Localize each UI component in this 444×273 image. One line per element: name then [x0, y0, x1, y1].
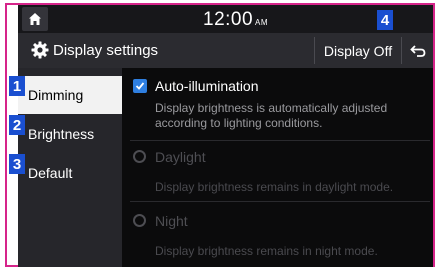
options-panel: Auto-illumination Display brightness is … [122, 68, 433, 267]
night-radio[interactable] [133, 214, 146, 227]
clock-ampm: AM [255, 18, 269, 27]
home-icon [29, 13, 41, 25]
divider [130, 140, 430, 141]
auto-illumination-checkbox[interactable] [133, 79, 147, 93]
sidebar: Dimming Brightness Default [18, 68, 122, 267]
daylight-description: Display brightness remains in daylight m… [155, 180, 394, 194]
gear-icon [31, 41, 49, 59]
status-bar: 12:00 AM 4 [18, 5, 433, 33]
night-label[interactable]: Night [155, 213, 188, 229]
check-icon [135, 82, 145, 90]
auto-illumination-label[interactable]: Auto-illumination [155, 78, 259, 94]
sidebar-item-brightness[interactable]: Brightness [18, 115, 122, 153]
daylight-radio[interactable] [133, 150, 146, 163]
home-button[interactable] [22, 7, 48, 31]
head-unit-screen: 12:00AM 4 Display settings Display Off [18, 5, 433, 267]
sidebar-item-default[interactable]: Default [18, 154, 122, 192]
auto-illumination-description: Display brightness is automatically adju… [155, 101, 388, 130]
callout-1: 1 [9, 76, 25, 96]
clock-time: 12:00 [203, 9, 254, 30]
clock: 12:00 AM [203, 9, 268, 31]
title-bar: Display settings Display Off [18, 33, 433, 68]
callout-3: 3 [9, 154, 25, 174]
page-title: Display settings [53, 42, 159, 59]
night-description: Display brightness remains in night mode… [155, 244, 378, 258]
callout-2: 2 [9, 115, 25, 135]
back-arrow-icon [410, 44, 426, 57]
display-off-button[interactable]: Display Off [314, 37, 401, 64]
callout-4: 4 [377, 10, 393, 30]
daylight-label[interactable]: Daylight [155, 149, 206, 165]
back-button[interactable] [401, 37, 433, 64]
sidebar-item-dimming[interactable]: Dimming [18, 76, 122, 114]
divider [130, 201, 430, 202]
